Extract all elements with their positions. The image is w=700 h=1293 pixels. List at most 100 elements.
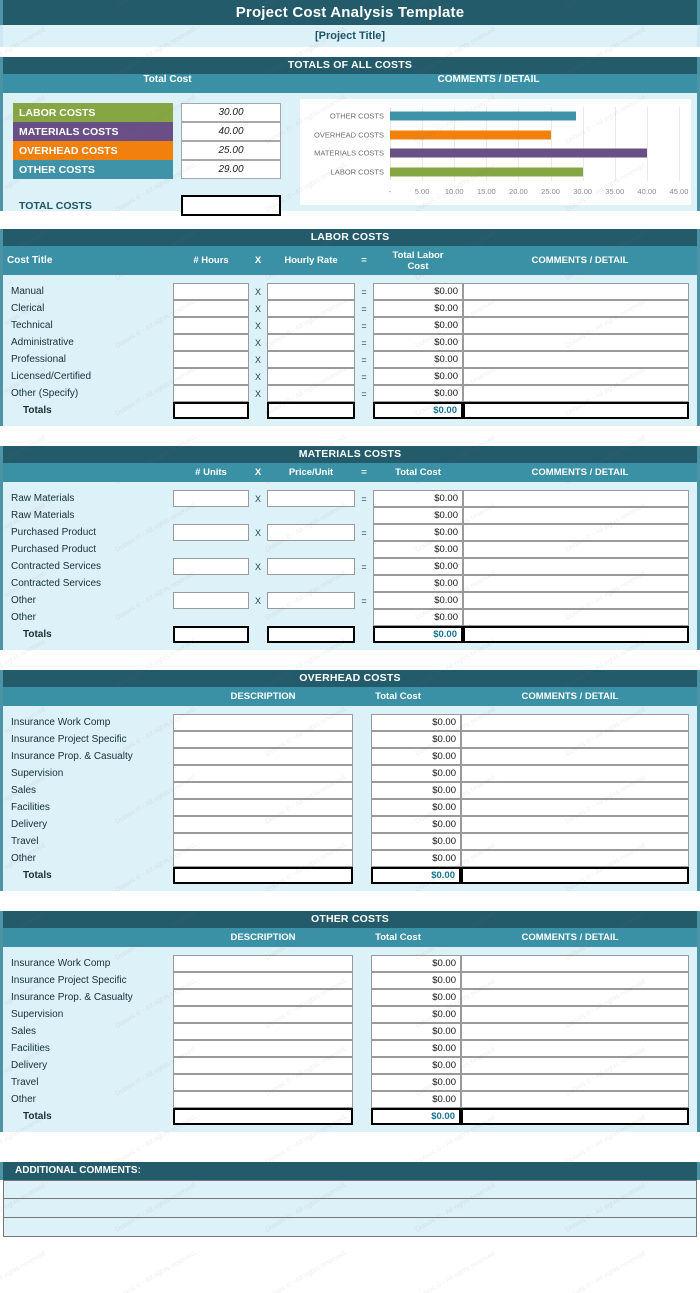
overhead-totals-description[interactable]: [173, 867, 353, 884]
overhead-description-input-0[interactable]: [173, 714, 353, 731]
labor-comment-input-6[interactable]: [463, 385, 689, 402]
other-comment-input-7[interactable]: [461, 1074, 689, 1091]
other-description-input-1[interactable]: [173, 972, 353, 989]
overhead-comment-input-4[interactable]: [461, 782, 689, 799]
labor-qty-input-0[interactable]: [173, 283, 249, 300]
other-description-input-4[interactable]: [173, 1023, 353, 1040]
category-value-materials[interactable]: 40.00: [181, 122, 281, 141]
materials-qty-input-6[interactable]: [173, 592, 249, 609]
additional-comment-line-1[interactable]: [3, 1199, 697, 1218]
other-comment-input-5[interactable]: [461, 1040, 689, 1057]
materials-qty-input-4[interactable]: [173, 558, 249, 575]
additional-comment-line-0[interactable]: [3, 1180, 697, 1199]
materials-comment-input-0[interactable]: [463, 490, 689, 507]
labor-rate-input-2[interactable]: [267, 317, 355, 334]
materials-comment-input-1[interactable]: [463, 507, 689, 524]
labor-rate-input-6[interactable]: [267, 385, 355, 402]
materials-comment-input-5[interactable]: [463, 575, 689, 592]
other-comment-input-4[interactable]: [461, 1023, 689, 1040]
overhead-description-input-3[interactable]: [173, 765, 353, 782]
overhead-description-input-5[interactable]: [173, 799, 353, 816]
labor-rate-input-3[interactable]: [267, 334, 355, 351]
labor-totals-comment[interactable]: [463, 402, 689, 419]
labor-comment-input-2[interactable]: [463, 317, 689, 334]
other-comment-input-3[interactable]: [461, 1006, 689, 1023]
labor-rate-input-5[interactable]: [267, 368, 355, 385]
overhead-description-input-1[interactable]: [173, 731, 353, 748]
materials-totals-rate[interactable]: [267, 626, 355, 643]
overhead-comment-input-0[interactable]: [461, 714, 689, 731]
other-totals-description[interactable]: [173, 1108, 353, 1125]
other-description-input-5[interactable]: [173, 1040, 353, 1057]
materials-rate-input-2[interactable]: [267, 524, 355, 541]
other-comment-input-8[interactable]: [461, 1091, 689, 1108]
labor-qty-input-6[interactable]: [173, 385, 249, 402]
overhead-description-input-4[interactable]: [173, 782, 353, 799]
labor-totals-qty[interactable]: [173, 402, 249, 419]
materials-rate-input-0[interactable]: [267, 490, 355, 507]
other-comment-input-0[interactable]: [461, 955, 689, 972]
materials-rate-input-4[interactable]: [267, 558, 355, 575]
category-value-overhead[interactable]: 25.00: [181, 141, 281, 160]
grand-total-input[interactable]: [181, 195, 281, 216]
overhead-totals-comment[interactable]: [461, 867, 689, 884]
materials-comment-input-3[interactable]: [463, 541, 689, 558]
materials-rate-input-6[interactable]: [267, 592, 355, 609]
project-title-field[interactable]: [Project Title]: [0, 25, 700, 47]
labor-rate-input-4[interactable]: [267, 351, 355, 368]
labor-comment-input-0[interactable]: [463, 283, 689, 300]
labor-comment-input-3[interactable]: [463, 334, 689, 351]
labor-total-5: $0.00: [373, 368, 463, 385]
overhead-description-input-6[interactable]: [173, 816, 353, 833]
overhead-comment-input-6[interactable]: [461, 816, 689, 833]
other-description-input-6[interactable]: [173, 1057, 353, 1074]
other-comment-input-6[interactable]: [461, 1057, 689, 1074]
materials-totals-comment[interactable]: [463, 626, 689, 643]
labor-qty-input-4[interactable]: [173, 351, 249, 368]
additional-comment-line-2[interactable]: [3, 1218, 697, 1237]
other-comment-input-1[interactable]: [461, 972, 689, 989]
overhead-comment-input-3[interactable]: [461, 765, 689, 782]
category-value-labor[interactable]: 30.00: [181, 103, 281, 122]
totals-row: Totals $0.00: [3, 626, 697, 643]
overhead-comment-input-7[interactable]: [461, 833, 689, 850]
materials-qty-input-0[interactable]: [173, 490, 249, 507]
overhead-comment-input-1[interactable]: [461, 731, 689, 748]
labor-qty-input-2[interactable]: [173, 317, 249, 334]
overhead-description-input-7[interactable]: [173, 833, 353, 850]
overhead-gap: [353, 850, 371, 867]
overhead-header-total-cost: Total Cost: [375, 691, 421, 702]
labor-comment-input-5[interactable]: [463, 368, 689, 385]
other-description-input-7[interactable]: [173, 1074, 353, 1091]
labor-comment-input-1[interactable]: [463, 300, 689, 317]
materials-comment-input-2[interactable]: [463, 524, 689, 541]
labor-qty-input-5[interactable]: [173, 368, 249, 385]
overhead-comment-input-2[interactable]: [461, 748, 689, 765]
labor-comment-input-4[interactable]: [463, 351, 689, 368]
other-totals-comment[interactable]: [461, 1108, 689, 1125]
materials-qty-input-2[interactable]: [173, 524, 249, 541]
overhead-comment-input-8[interactable]: [461, 850, 689, 867]
labor-rate-input-0[interactable]: [267, 283, 355, 300]
labor-totals-rate[interactable]: [267, 402, 355, 419]
overhead-gap: [353, 765, 371, 782]
materials-totals-qty[interactable]: [173, 626, 249, 643]
labor-total-2: $0.00: [373, 317, 463, 334]
other-comment-input-2[interactable]: [461, 989, 689, 1006]
labor-qty-input-3[interactable]: [173, 334, 249, 351]
category-value-other[interactable]: 29.00: [181, 160, 281, 179]
other-row-title: Travel: [11, 1077, 39, 1088]
overhead-comment-input-5[interactable]: [461, 799, 689, 816]
labor-qty-input-1[interactable]: [173, 300, 249, 317]
overhead-description-input-2[interactable]: [173, 748, 353, 765]
other-row-title: Delivery: [11, 1060, 48, 1071]
other-description-input-8[interactable]: [173, 1091, 353, 1108]
other-description-input-3[interactable]: [173, 1006, 353, 1023]
other-description-input-0[interactable]: [173, 955, 353, 972]
overhead-description-input-8[interactable]: [173, 850, 353, 867]
materials-comment-input-6[interactable]: [463, 592, 689, 609]
materials-comment-input-4[interactable]: [463, 558, 689, 575]
materials-comment-input-7[interactable]: [463, 609, 689, 626]
other-description-input-2[interactable]: [173, 989, 353, 1006]
labor-rate-input-1[interactable]: [267, 300, 355, 317]
